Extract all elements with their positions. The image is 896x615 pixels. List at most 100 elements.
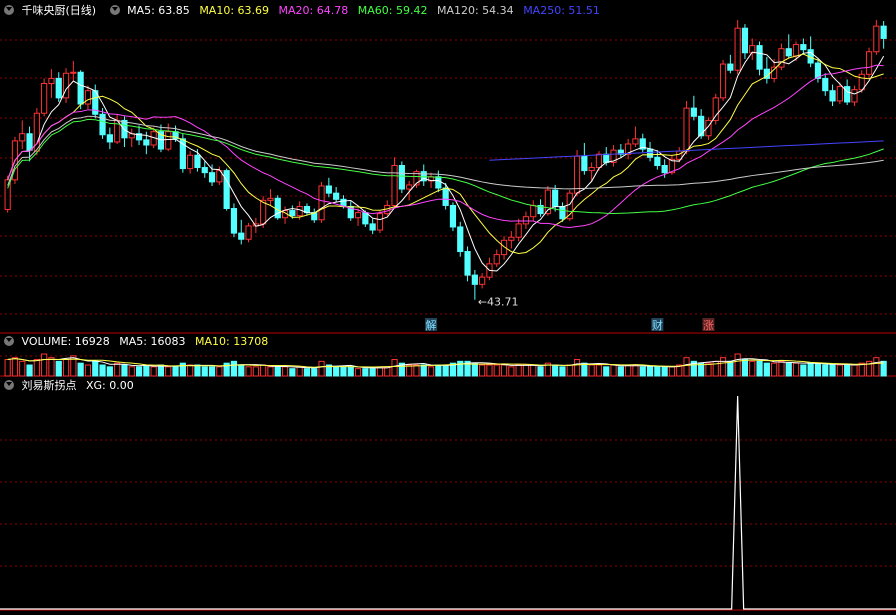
ma10-line xyxy=(7,53,884,255)
volume-bar xyxy=(267,366,274,377)
volume-bar xyxy=(603,366,610,377)
volume-bar xyxy=(836,364,843,377)
volume-bar xyxy=(873,357,880,377)
kline-chart[interactable]: ←43.71 解 财 涨 xyxy=(0,0,896,615)
volume-bar xyxy=(208,366,216,377)
candle-body xyxy=(406,184,413,190)
volume-bar xyxy=(238,364,245,377)
indicator-legend: 刘易斯拐点 XG: 0.00 xyxy=(0,376,140,396)
candle-body xyxy=(442,187,449,206)
volume-bar xyxy=(595,364,603,377)
indicator-panel-toggle-icon[interactable] xyxy=(4,380,14,390)
candle-body xyxy=(369,223,376,231)
volume-bar xyxy=(4,359,11,377)
candle-body xyxy=(260,199,267,225)
candle-body xyxy=(515,223,522,238)
candle-body xyxy=(873,25,880,53)
volume-label: VOLUME: 16928 xyxy=(21,335,110,348)
volume-bar xyxy=(55,360,62,377)
volume-bar xyxy=(741,359,749,377)
volume-bar xyxy=(719,357,727,377)
candle-body xyxy=(479,276,486,285)
candle-body xyxy=(552,189,559,207)
volume-bar xyxy=(785,362,792,377)
candle-body xyxy=(318,185,325,221)
volume-bar xyxy=(92,360,99,377)
candle-body xyxy=(756,45,763,70)
candle-body xyxy=(223,170,230,210)
volume-bar xyxy=(668,366,676,377)
candle-body xyxy=(398,164,405,190)
candle-body xyxy=(362,212,369,225)
volume-bar xyxy=(851,364,858,377)
volume-bar xyxy=(807,362,814,377)
volume-bar xyxy=(33,359,40,377)
volume-bar xyxy=(654,366,661,377)
volume-bar xyxy=(822,364,829,377)
volume-bar xyxy=(420,364,427,377)
candle-body xyxy=(325,185,332,194)
volume-bar xyxy=(522,364,530,377)
volume-bar xyxy=(435,364,442,377)
candle-body xyxy=(296,205,303,217)
volume-bar xyxy=(792,362,800,377)
volume-bar xyxy=(216,366,223,377)
candle-body xyxy=(800,44,807,51)
ma60-label: MA60: 59.42 xyxy=(357,4,428,17)
volume-bar xyxy=(530,364,537,377)
volume-bar xyxy=(727,360,734,377)
volume-bar xyxy=(844,364,851,377)
volume-bar xyxy=(318,360,325,377)
volume-bar xyxy=(128,366,135,377)
volume-bar xyxy=(756,360,763,377)
volume-bar xyxy=(303,368,311,377)
volume-bar xyxy=(41,353,48,377)
candle-body xyxy=(712,97,719,121)
volume-bar xyxy=(581,362,588,377)
volume-bar xyxy=(442,364,449,377)
candle-body xyxy=(581,155,588,172)
candle-body xyxy=(741,27,749,54)
volume-bar xyxy=(406,364,413,377)
volume-panel-toggle-icon[interactable] xyxy=(4,336,14,346)
volume-bar xyxy=(340,366,347,377)
volume-bar xyxy=(354,368,362,377)
volume-bar xyxy=(734,353,741,377)
candle-body xyxy=(471,274,478,285)
volume-bar xyxy=(347,366,354,377)
candle-body xyxy=(333,192,340,200)
volume-bar xyxy=(252,366,259,377)
volume-bar xyxy=(749,360,756,377)
candle-body xyxy=(844,86,851,103)
volume-bar xyxy=(391,359,398,377)
price-panel-toggle-icon[interactable] xyxy=(4,5,14,15)
volume-bar xyxy=(814,362,822,377)
candle-body xyxy=(493,254,500,265)
volume-legend: VOLUME: 16928 MA5: 16083 MA10: 13708 xyxy=(0,332,274,352)
volume-bar xyxy=(508,366,515,377)
indicator-name: 刘易斯拐点 xyxy=(21,379,77,392)
volume-bar xyxy=(26,364,33,377)
volume-bar xyxy=(135,366,143,377)
volume-bar xyxy=(493,364,500,377)
volume-bar xyxy=(471,362,478,377)
volume-bar xyxy=(281,366,289,377)
candle-body xyxy=(55,77,62,99)
xg-value-label: XG: 0.00 xyxy=(86,379,134,392)
volume-bar xyxy=(62,359,70,377)
candle-body xyxy=(165,131,172,150)
volume-bar xyxy=(84,364,92,377)
candle-body xyxy=(194,154,201,169)
volume-bar xyxy=(537,366,544,377)
volume-ma5-label: MA5: 16083 xyxy=(119,335,186,348)
stock-title: 千味央厨(日线) xyxy=(21,4,97,17)
volume-bar xyxy=(150,366,157,377)
candle-body xyxy=(573,155,581,194)
ma-settings-toggle-icon[interactable] xyxy=(109,5,120,15)
event-marker-text: 财 xyxy=(652,318,663,332)
candle-body xyxy=(41,83,48,114)
candle-body xyxy=(354,212,362,219)
price-legend: 千味央厨(日线) MA5: 63.85 MA10: 63.69 MA20: 64… xyxy=(0,1,606,21)
candle-body xyxy=(654,156,661,166)
volume-bar xyxy=(617,366,624,377)
